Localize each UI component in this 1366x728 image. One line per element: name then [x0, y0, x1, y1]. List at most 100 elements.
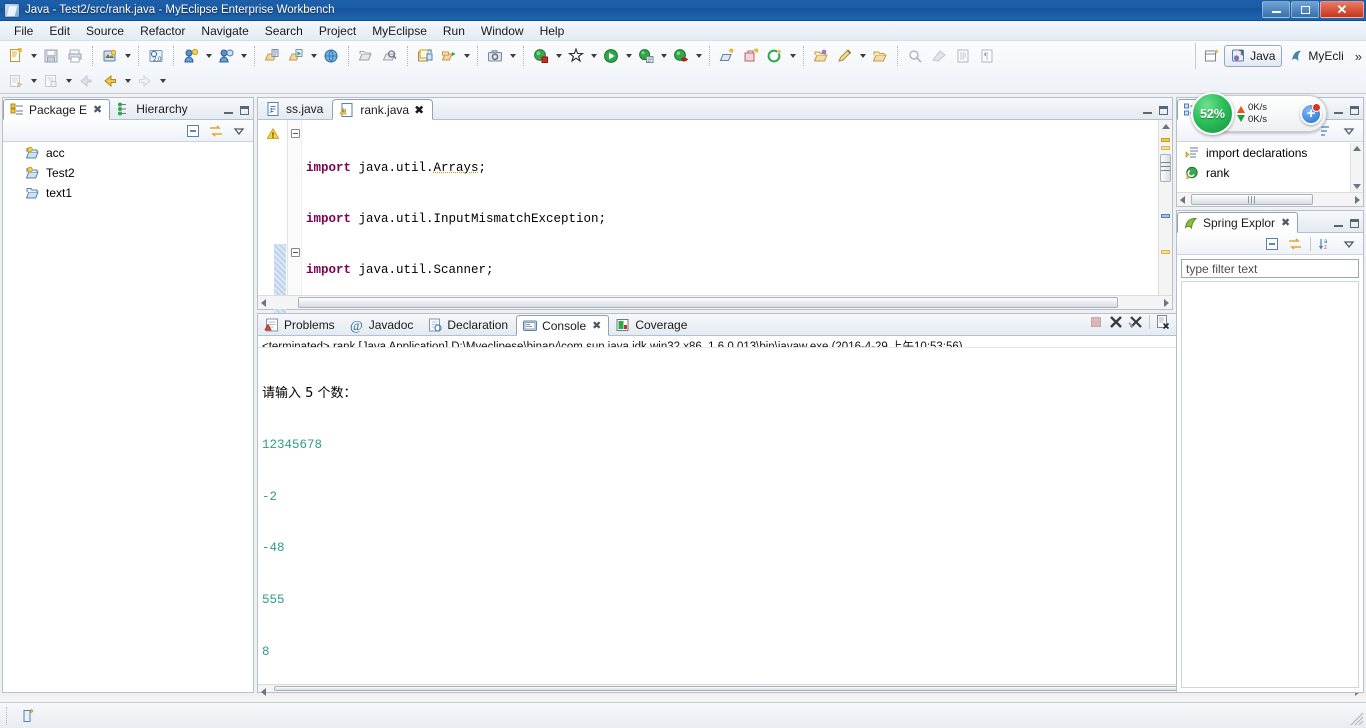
scroll-left-icon[interactable] — [261, 299, 266, 307]
minimize-button[interactable] — [1262, 1, 1290, 18]
menu-source[interactable]: Source — [78, 22, 132, 40]
edit-dropdown-icon[interactable] — [857, 45, 868, 67]
run-external-icon[interactable] — [635, 45, 657, 67]
tab-coverage[interactable]: Coverage — [609, 314, 695, 335]
run-server-icon[interactable] — [285, 45, 307, 67]
save-icon[interactable] — [40, 45, 62, 67]
outline-scroll-left-icon[interactable] — [1180, 196, 1185, 204]
tree-item-test2[interactable]: Test2 — [3, 163, 253, 183]
run-icon[interactable] — [600, 45, 622, 67]
editor-tab-ss-java[interactable]: J ss.java — [258, 98, 332, 119]
new-java-project-icon[interactable] — [414, 45, 436, 67]
warning-annotation-mark[interactable] — [1161, 138, 1170, 142]
outline-hscroll-thumb[interactable]: ||| — [1191, 194, 1313, 205]
outline-item-rank-class[interactable]: rank — [1177, 163, 1363, 183]
close-button[interactable]: ✕ — [1320, 1, 1364, 18]
deploy-dropdown-icon[interactable] — [203, 45, 214, 67]
db-browser-icon[interactable] — [261, 45, 283, 67]
perspective-overflow-icon[interactable]: » — [1351, 49, 1366, 64]
outline-scroll-up-icon[interactable] — [1353, 146, 1361, 151]
next-annotation-icon[interactable] — [928, 45, 950, 67]
web20-icon[interactable]: 2.0 — [145, 45, 167, 67]
open-type-icon[interactable] — [355, 45, 377, 67]
minimize-spring-explorer-icon[interactable] — [1331, 216, 1345, 230]
print-icon[interactable] — [64, 45, 86, 67]
sort-az-icon[interactable]: az — [1317, 235, 1335, 253]
code-editor[interactable]: import java.util.Arrays; import java.uti… — [258, 120, 1172, 314]
collapse-all-icon[interactable] — [184, 122, 202, 140]
spelling-annotation-mark[interactable] — [1161, 250, 1170, 254]
new-package-dropdown-icon[interactable] — [461, 45, 472, 67]
new-package-icon[interactable] — [438, 45, 460, 67]
search-type-icon[interactable] — [379, 45, 401, 67]
minimize-editor-icon[interactable] — [1140, 103, 1154, 117]
console-scroll-left-icon[interactable] — [261, 688, 266, 697]
fold-collapse-imports-icon[interactable] — [291, 129, 300, 138]
minimize-view-icon[interactable] — [221, 103, 235, 117]
outline-vertical-scrollbar[interactable] — [1350, 143, 1363, 192]
folding-ruler[interactable] — [274, 120, 302, 314]
forward-dropdown-icon[interactable] — [157, 70, 168, 92]
profile-dropdown-icon[interactable] — [693, 45, 704, 67]
forward-icon[interactable] — [134, 70, 156, 92]
terminate-icon[interactable] — [1087, 313, 1105, 331]
new-annotation-icon[interactable] — [764, 45, 786, 67]
tab-package-explorer[interactable]: Package E ✖ — [3, 99, 111, 120]
tab-hierarchy[interactable]: Hierarchy — [110, 98, 195, 119]
run-server-dropdown-icon[interactable] — [308, 45, 319, 67]
maximize-spring-explorer-icon[interactable] — [1347, 216, 1361, 230]
debug-dropdown-icon[interactable] — [553, 45, 564, 67]
tree-item-acc[interactable]: acc — [3, 143, 253, 163]
scroll-up-icon[interactable] — [1162, 124, 1170, 129]
search-ref-icon[interactable] — [904, 45, 926, 67]
remove-launch-icon[interactable] — [1107, 313, 1125, 331]
editor-tab-rank-java-close-icon[interactable]: ✖ — [414, 103, 424, 117]
occurrence-annotation-mark[interactable] — [1161, 214, 1170, 218]
editor-hscroll-thumb[interactable] — [298, 297, 1118, 308]
maximize-view-icon[interactable] — [237, 103, 251, 117]
tab-package-explorer-close-icon[interactable]: ✖ — [93, 103, 102, 116]
server-icon[interactable] — [215, 45, 237, 67]
menu-search[interactable]: Search — [257, 22, 311, 40]
menu-edit[interactable]: Edit — [41, 22, 78, 40]
menu-myeclipse[interactable]: MyEclipse — [364, 22, 435, 40]
open-perspective-icon[interactable] — [1201, 45, 1223, 67]
tab-spring-explorer-close-icon[interactable]: ✖ — [1281, 216, 1290, 229]
new-annotation-dropdown-icon[interactable] — [787, 45, 798, 67]
tab-console[interactable]: Console ✖ — [516, 315, 610, 336]
tab-console-close-icon[interactable]: ✖ — [592, 319, 601, 332]
snapshot-dropdown-icon[interactable] — [507, 45, 518, 67]
maximize-outline-icon[interactable] — [1347, 103, 1361, 117]
spring-view-menu-icon[interactable] — [1340, 235, 1358, 253]
new-interface-icon[interactable] — [740, 45, 762, 67]
cpu-usage-indicator[interactable]: 52% — [1191, 92, 1234, 135]
source-code-text[interactable]: import java.util.Arrays; import java.uti… — [302, 120, 1158, 309]
package-explorer-tree[interactable]: acc Test2 text1 — [3, 143, 253, 692]
resize-grip-icon[interactable] — [1350, 712, 1364, 726]
edit-icon[interactable] — [834, 45, 856, 67]
new-wizard-icon[interactable] — [5, 45, 27, 67]
back-history-icon[interactable] — [75, 70, 97, 92]
profile-icon[interactable] — [670, 45, 692, 67]
coverage-dropdown-icon[interactable] — [588, 45, 599, 67]
back-dropdown-icon[interactable] — [122, 70, 133, 92]
menu-window[interactable]: Window — [473, 22, 532, 40]
deploy-icon[interactable] — [180, 45, 202, 67]
editor-scroll-thumb[interactable] — [1160, 154, 1171, 182]
tab-javadoc[interactable]: @ Javadoc — [343, 314, 422, 335]
widget-add-button[interactable]: + — [1300, 102, 1322, 125]
outline-tree[interactable]: import declarations rank — [1177, 143, 1363, 192]
outline-scroll-right-icon[interactable] — [1355, 196, 1360, 204]
menu-navigate[interactable]: Navigate — [193, 22, 256, 40]
spring-filter-input[interactable]: type filter text — [1181, 259, 1359, 278]
save-as-dropdown-icon[interactable] — [63, 70, 74, 92]
outline-view-menu-icon[interactable] — [1340, 122, 1358, 140]
menu-run[interactable]: Run — [435, 22, 473, 40]
snapshot-icon[interactable] — [484, 45, 506, 67]
fold-collapse-javadoc-icon[interactable] — [291, 248, 300, 257]
task-annotation-mark[interactable] — [1161, 146, 1170, 150]
tree-item-text1[interactable]: text1 — [3, 183, 253, 203]
editor-vertical-scrollbar[interactable] — [1158, 120, 1172, 309]
link-with-editor-icon[interactable] — [207, 122, 225, 140]
globe-icon[interactable] — [320, 45, 342, 67]
